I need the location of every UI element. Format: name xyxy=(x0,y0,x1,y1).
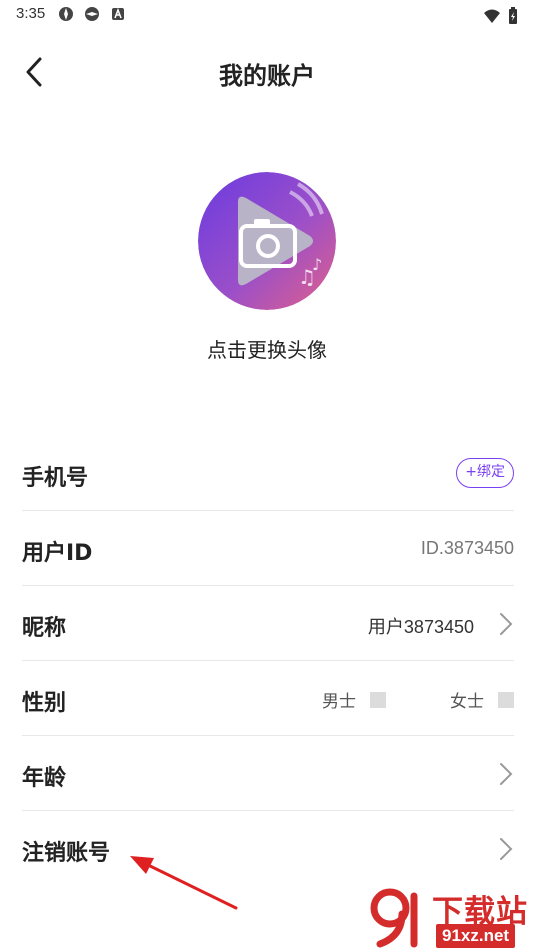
phone-row[interactable]: 手机号 +绑定 xyxy=(22,436,514,511)
gender-row: 性别 男士 女士 xyxy=(22,661,514,736)
svg-text:♪: ♪ xyxy=(312,255,322,274)
avatar-caption[interactable]: 点击更换头像 xyxy=(0,334,534,363)
gender-male-option[interactable]: 男士 xyxy=(322,687,386,712)
avatar[interactable]: ♫ ♪ xyxy=(198,172,336,310)
gender-male-label: 男士 xyxy=(322,692,356,712)
nav-bar: 我的账户 xyxy=(0,40,534,104)
chevron-right-icon xyxy=(500,763,513,785)
page-title: 我的账户 xyxy=(219,62,315,90)
watermark-logo-icon xyxy=(370,888,418,948)
chevron-right-icon xyxy=(500,613,513,635)
gender-female-option[interactable]: 女士 xyxy=(450,687,514,712)
font-notification-icon xyxy=(112,7,124,20)
cancel-account-row[interactable]: 注销账号 xyxy=(22,811,514,886)
cancel-account-label: 注销账号 xyxy=(22,841,111,866)
user-id-value: ID.3873450 xyxy=(420,538,514,558)
user-id-row: 用户ID ID.3873450 xyxy=(22,511,514,586)
age-row[interactable]: 年龄 xyxy=(22,736,514,811)
nickname-row[interactable]: 昵称 用户3873450 xyxy=(22,586,514,661)
watermark-logo: 下载站 91xz.net xyxy=(366,886,534,950)
gender-female-checkbox[interactable] xyxy=(498,691,514,708)
app-notification-icon xyxy=(85,7,99,21)
bind-phone-button[interactable]: +绑定 xyxy=(456,458,514,488)
status-right xyxy=(483,5,518,25)
watermark-url: 91xz.net xyxy=(436,924,516,948)
gender-male-checkbox[interactable] xyxy=(370,691,386,708)
phone-label: 手机号 xyxy=(22,466,89,491)
battery-icon xyxy=(509,6,517,24)
wifi-icon xyxy=(483,9,500,23)
status-bar: 3:35 xyxy=(0,0,534,30)
age-label: 年龄 xyxy=(22,766,67,791)
chevron-right-icon xyxy=(500,838,513,860)
camera-avatar-icon: ♫ ♪ xyxy=(198,172,336,310)
gender-female-label: 女士 xyxy=(450,692,484,712)
nickname-label: 昵称 xyxy=(22,616,67,641)
nickname-value: 用户3873450 xyxy=(367,617,474,637)
app-notification-icon xyxy=(59,7,73,21)
user-id-label: 用户ID xyxy=(22,541,93,566)
status-time: 3:35 xyxy=(16,5,46,22)
gender-label: 性别 xyxy=(22,691,67,716)
account-settings-list: 手机号 +绑定 用户ID ID.3873450 昵称 用户3873450 性别 … xyxy=(22,436,514,886)
